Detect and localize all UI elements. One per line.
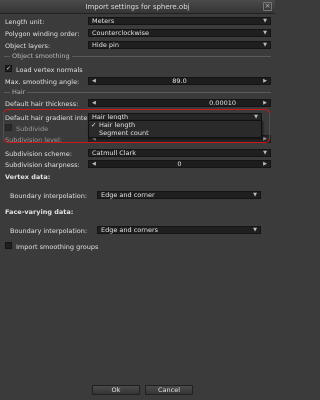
subdivision-scheme-value: Catmull Clark — [92, 149, 136, 157]
subdivision-sharpness-value: 0 — [177, 160, 182, 168]
dropdown-option-segment-count[interactable]: Segment count — [89, 129, 261, 137]
face-varying-boundary-select[interactable]: Edge and corners ▼ — [97, 226, 261, 234]
winding-order-row: Polygon winding order: Counterclockwise … — [0, 29, 275, 39]
hair-thickness-row: Default hair thickness: ◀ 0.00010 ▶ — [0, 99, 275, 109]
close-icon[interactable]: × — [263, 2, 272, 11]
cancel-button[interactable]: Cancel — [145, 385, 193, 395]
object-smoothing-title: Object smoothing — [10, 52, 72, 61]
subdivision-sharpness-spinner[interactable]: ◀ 0 ▶ — [88, 160, 271, 168]
increment-arrow-icon[interactable]: ▶ — [263, 78, 267, 85]
smoothing-groups-row: Import smoothing groups — [0, 242, 275, 252]
smoothing-groups-label: Import smoothing groups — [16, 243, 99, 251]
option-label: Segment count — [99, 129, 149, 137]
object-layers-row: Object layers: Hide pin ▼ — [0, 41, 275, 51]
face-varying-boundary-value: Edge and corners — [101, 226, 159, 234]
ok-button[interactable]: Ok — [92, 385, 140, 395]
hair-thickness-value: 0.00010 — [209, 99, 236, 107]
chevron-down-icon: ▼ — [263, 150, 267, 156]
length-unit-value: Meters — [92, 17, 115, 25]
load-normals-label: Load vertex normals — [16, 66, 83, 74]
winding-order-label: Polygon winding order: — [5, 30, 80, 38]
hair-section-title: Hair — [10, 88, 28, 97]
subdivision-sharpness-label: Subdivision sharpness: — [5, 161, 80, 169]
max-angle-label: Max. smoothing angle: — [5, 78, 80, 86]
vertex-boundary-select[interactable]: Edge and corner ▼ — [97, 191, 261, 199]
object-layers-label: Object layers: — [5, 42, 51, 50]
smoothing-groups-checkbox[interactable] — [5, 242, 12, 249]
chevron-down-icon: ▼ — [253, 227, 257, 233]
face-varying-heading: Face-varying data: — [5, 208, 74, 216]
gradient-interp-dropdown[interactable]: ✓ Hair length Segment count — [88, 120, 262, 138]
window-titlebar: Import settings for sphere.obj × — [0, 0, 275, 14]
vertex-data-heading-row: Vertex data: — [0, 172, 275, 182]
chevron-down-icon: ▼ — [253, 192, 257, 198]
hair-thickness-spinner[interactable]: ◀ 0.00010 ▶ — [88, 99, 271, 107]
chevron-down-icon: ▼ — [263, 30, 267, 36]
vertex-data-heading: Vertex data: — [5, 173, 51, 181]
hair-thickness-label: Default hair thickness: — [5, 100, 79, 108]
hair-section: Hair — [4, 88, 271, 97]
subdivision-scheme-select[interactable]: Catmull Clark ▼ — [88, 149, 271, 157]
vertex-boundary-value: Edge and corner — [101, 191, 155, 199]
checkmark-icon: ✓ — [91, 121, 97, 129]
subdivision-sharpness-row: Subdivision sharpness: ◀ 0 ▶ — [0, 160, 275, 170]
dropdown-option-hair-length[interactable]: ✓ Hair length — [89, 121, 261, 129]
option-label: Hair length — [99, 121, 136, 129]
load-normals-row: ✓ Load vertex normals — [0, 65, 275, 75]
winding-order-select[interactable]: Counterclockwise ▼ — [88, 29, 271, 37]
window-title: Import settings for sphere.obj — [85, 3, 190, 11]
chevron-down-icon: ▼ — [263, 18, 267, 24]
increment-arrow-icon[interactable]: ▶ — [263, 161, 267, 168]
object-layers-select[interactable]: Hide pin ▼ — [88, 41, 271, 49]
chevron-down-icon: ▼ — [263, 42, 267, 48]
length-unit-select[interactable]: Meters ▼ — [88, 17, 271, 25]
max-angle-spinner[interactable]: ◀ 89.0 ▶ — [88, 77, 271, 85]
subdivision-scheme-label: Subdivision scheme: — [5, 150, 72, 158]
increment-arrow-icon[interactable]: ▶ — [263, 100, 267, 107]
object-smoothing-section: Object smoothing — [4, 52, 271, 61]
face-varying-boundary-label: Boundary interpolation: — [10, 227, 88, 235]
load-normals-checkbox[interactable]: ✓ — [5, 65, 12, 72]
winding-order-value: Counterclockwise — [92, 29, 150, 37]
face-varying-boundary-row: Boundary interpolation: Edge and corners… — [0, 226, 275, 236]
object-layers-value: Hide pin — [92, 41, 119, 49]
vertex-boundary-label: Boundary interpolation: — [10, 192, 88, 200]
length-unit-row: Length unit: Meters ▼ — [0, 17, 275, 27]
length-unit-label: Length unit: — [5, 18, 45, 26]
face-varying-heading-row: Face-varying data: — [0, 207, 275, 217]
max-angle-value: 89.0 — [172, 77, 187, 85]
subdivision-scheme-row: Subdivision scheme: Catmull Clark ▼ — [0, 149, 275, 159]
vertex-boundary-row: Boundary interpolation: Edge and corner … — [0, 191, 275, 201]
max-angle-row: Max. smoothing angle: ◀ 89.0 ▶ — [0, 77, 275, 87]
